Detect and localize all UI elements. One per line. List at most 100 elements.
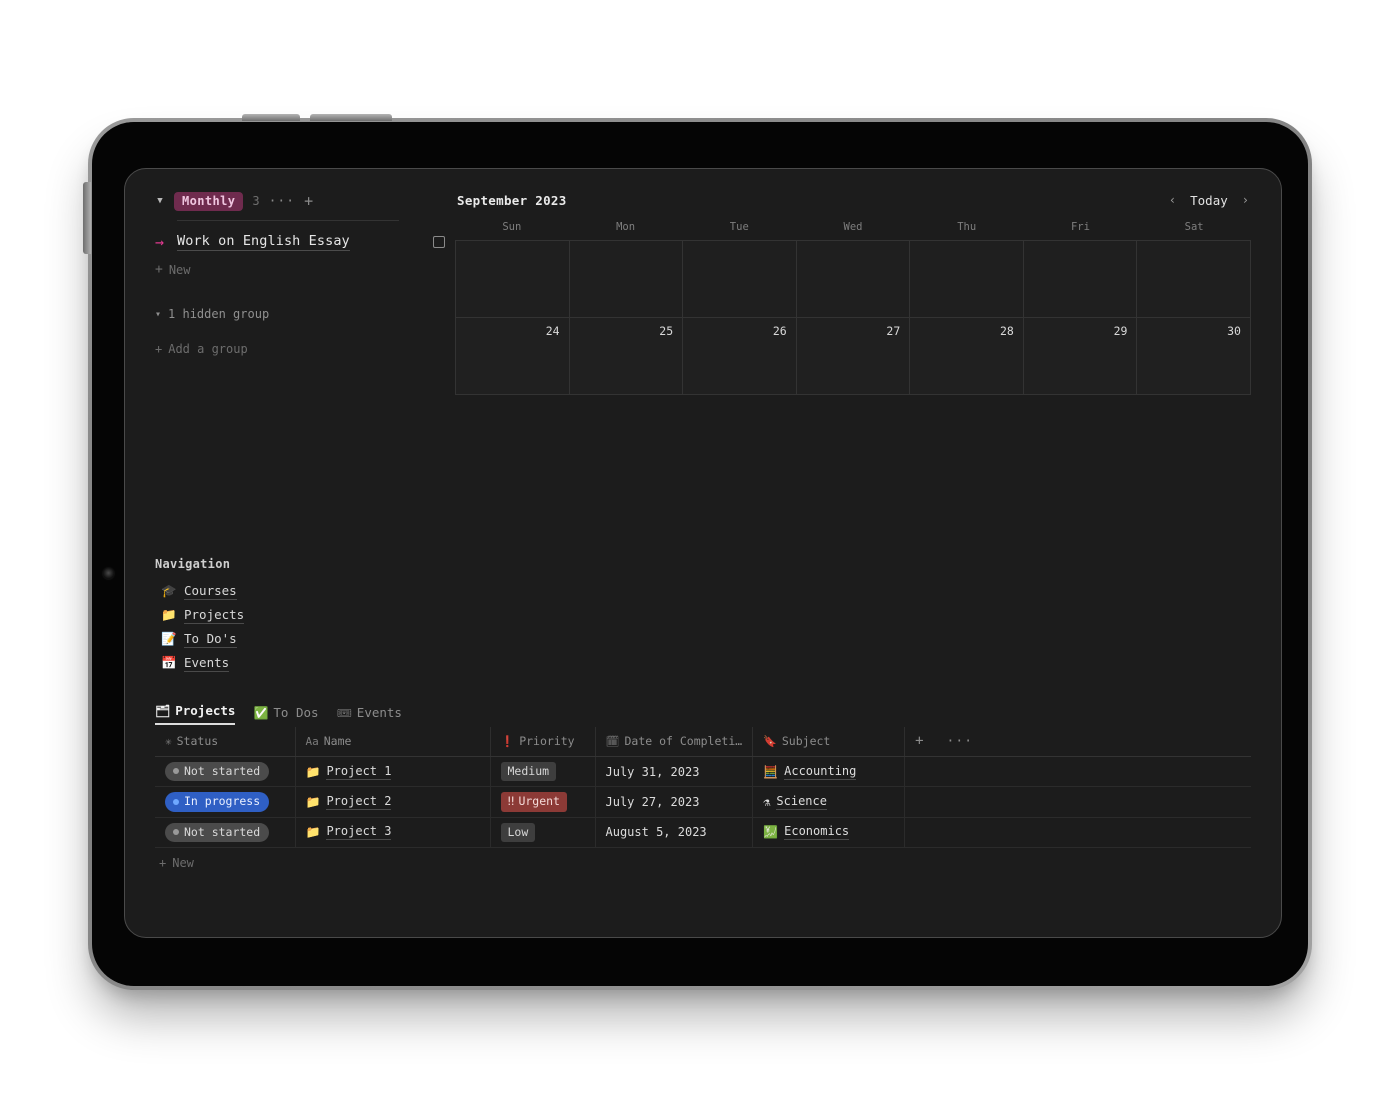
sidebar-item-label: Projects — [184, 606, 245, 624]
status-badge: In progress — [165, 792, 270, 812]
cell-date[interactable]: August 5, 2023 — [595, 817, 754, 849]
hidden-group-label: 1 hidden group — [168, 307, 270, 321]
test-tube-icon: ⚗ — [763, 795, 771, 810]
check-circle-icon: ✅ — [253, 705, 269, 720]
calendar-day-cell[interactable] — [1023, 241, 1138, 318]
folder-icon: 📁 — [305, 795, 321, 810]
calendar-day-number: 26 — [772, 324, 787, 338]
cell-status[interactable]: In progress — [155, 786, 296, 818]
prev-month-icon[interactable]: ‹ — [1169, 193, 1176, 207]
cell-status[interactable]: Not started — [155, 756, 296, 788]
tasks-panel: ▼ Monthly 3 ··· + → Work on English Essa… — [155, 189, 445, 395]
calendar-day-cell[interactable]: 28 — [910, 318, 1024, 395]
ticket-icon: 🎟 — [336, 705, 352, 720]
cell-subject[interactable]: 🧮 Accounting — [752, 756, 906, 788]
task-checkbox[interactable] — [433, 236, 445, 248]
priority-badge: Low — [500, 822, 536, 843]
new-task-button[interactable]: + New — [155, 262, 445, 277]
task-item[interactable]: → Work on English Essay — [155, 231, 445, 253]
cell-priority[interactable]: Medium — [490, 756, 596, 788]
calendar-day-cell[interactable]: 26 — [683, 318, 797, 395]
volume-down-button[interactable] — [310, 114, 392, 121]
group-add-icon[interactable]: + — [304, 192, 313, 210]
calendar-panel: September 2023 ‹ Today › Sun Mon Tue Wed… — [445, 189, 1251, 395]
subject-label: Economics — [784, 824, 850, 841]
day-name-wed: Wed — [843, 221, 863, 233]
calendar-icon: 🗓 — [605, 735, 620, 748]
calendar-day-cell[interactable]: 29 — [1023, 318, 1138, 395]
cell-priority[interactable]: ‼ Urgent — [490, 786, 596, 818]
calendar-header: September 2023 ‹ Today › — [455, 189, 1251, 211]
cell-date[interactable]: July 27, 2023 — [595, 786, 754, 818]
tab-todos[interactable]: ✅ To Dos — [253, 705, 318, 725]
group-more-icon[interactable]: ··· — [269, 194, 295, 209]
new-task-label: New — [168, 262, 191, 277]
calendar-day-cell[interactable] — [569, 241, 684, 318]
tab-events[interactable]: 🎟 Events — [337, 705, 402, 725]
column-label: Name — [323, 734, 352, 748]
cell-empty — [904, 756, 1251, 788]
column-header-status[interactable]: ✳ Status — [155, 727, 296, 757]
calendar-day-cell[interactable] — [910, 241, 1024, 318]
sidebar-item-events[interactable]: 📅 Events — [155, 651, 455, 675]
cell-name[interactable]: 📁 Project 3 — [295, 817, 491, 849]
cell-priority[interactable]: Low — [490, 817, 596, 849]
column-header-date[interactable]: 🗓 Date of Completi… — [595, 727, 754, 757]
calendar-month-title: September 2023 — [457, 192, 567, 208]
sidebar-item-courses[interactable]: 🎓 Courses — [155, 579, 455, 603]
plus-icon: + — [155, 342, 163, 356]
volume-up-button[interactable] — [242, 114, 300, 121]
calendar-day-cell[interactable] — [683, 241, 797, 318]
calendar-navigation: ‹ Today › — [1169, 193, 1249, 208]
new-row-button[interactable]: + New — [155, 856, 1251, 870]
column-header-name[interactable]: Aa Name — [295, 727, 491, 757]
table-row[interactable]: In progress 📁 Project 2 ‼ Urgent July 27, … — [155, 786, 1251, 818]
task-title[interactable]: Work on English Essay — [177, 233, 350, 251]
cell-subject[interactable]: 💹 Economics — [752, 817, 906, 849]
next-month-icon[interactable]: › — [1242, 193, 1249, 207]
column-header-priority[interactable]: ❗ Priority — [490, 727, 596, 757]
graduation-cap-icon: 🎓 — [161, 582, 177, 598]
tab-projects[interactable]: 🗂 Projects — [155, 703, 236, 725]
add-column-icon[interactable]: + — [915, 733, 923, 749]
calendar-day-cell[interactable]: 25 — [569, 318, 684, 395]
calendar-day-cell[interactable] — [796, 241, 911, 318]
calendar-day-number: 28 — [999, 324, 1014, 338]
day-name-sun: Sun — [502, 221, 522, 233]
power-button[interactable] — [83, 182, 91, 254]
sidebar-item-todos[interactable]: 📝 To Do's — [155, 627, 455, 651]
calendar-day-cell[interactable]: 30 — [1137, 318, 1251, 395]
table-row[interactable]: Not started 📁 Project 1 Medium July 31, 2… — [155, 756, 1251, 788]
group-badge-monthly[interactable]: Monthly — [174, 191, 244, 211]
calendar-day-number: 30 — [1227, 324, 1241, 338]
day-name-thu: Thu — [957, 221, 977, 233]
priority-label: Urgent — [518, 794, 560, 809]
sidebar-item-label: To Do's — [184, 630, 237, 648]
status-dot-icon — [173, 798, 179, 805]
cell-date[interactable]: July 31, 2023 — [595, 756, 754, 788]
cell-name[interactable]: 📁 Project 2 — [295, 786, 491, 818]
project-name: Project 1 — [326, 763, 392, 780]
folder-icon: 📁 — [161, 606, 177, 622]
calendar-day-cell[interactable]: 24 — [456, 318, 570, 395]
calendar-day-cell[interactable] — [456, 241, 570, 318]
chevron-down-icon[interactable]: ▼ — [155, 196, 165, 206]
table-row[interactable]: Not started 📁 Project 3 Low August 5, 202… — [155, 817, 1251, 849]
today-button[interactable]: Today — [1190, 193, 1228, 208]
sidebar-item-projects[interactable]: 📁 Projects — [155, 603, 455, 627]
cell-subject[interactable]: ⚗ Science — [752, 786, 906, 818]
plus-icon: + — [155, 262, 163, 277]
add-group-button[interactable]: + Add a group — [155, 342, 445, 356]
hidden-group-toggle[interactable]: ▾ 1 hidden group — [155, 307, 445, 321]
cell-status[interactable]: Not started — [155, 817, 296, 849]
double-exclamation-icon: ‼ — [507, 794, 515, 809]
cell-name[interactable]: 📁 Project 1 — [295, 756, 491, 788]
project-name: Project 3 — [326, 824, 392, 841]
tablet-screen: ▼ Monthly 3 ··· + → Work on English Essa… — [124, 168, 1282, 938]
calendar-day-cell[interactable] — [1137, 241, 1251, 318]
group-item-count: 3 — [252, 194, 260, 208]
column-more-icon[interactable]: ··· — [947, 734, 973, 749]
calendar-day-names: Sun Mon Tue Wed Thu Fri Sat — [455, 221, 1251, 240]
calendar-day-cell[interactable]: 27 — [796, 318, 911, 395]
column-header-subject[interactable]: 🔖 Subject — [752, 727, 906, 757]
